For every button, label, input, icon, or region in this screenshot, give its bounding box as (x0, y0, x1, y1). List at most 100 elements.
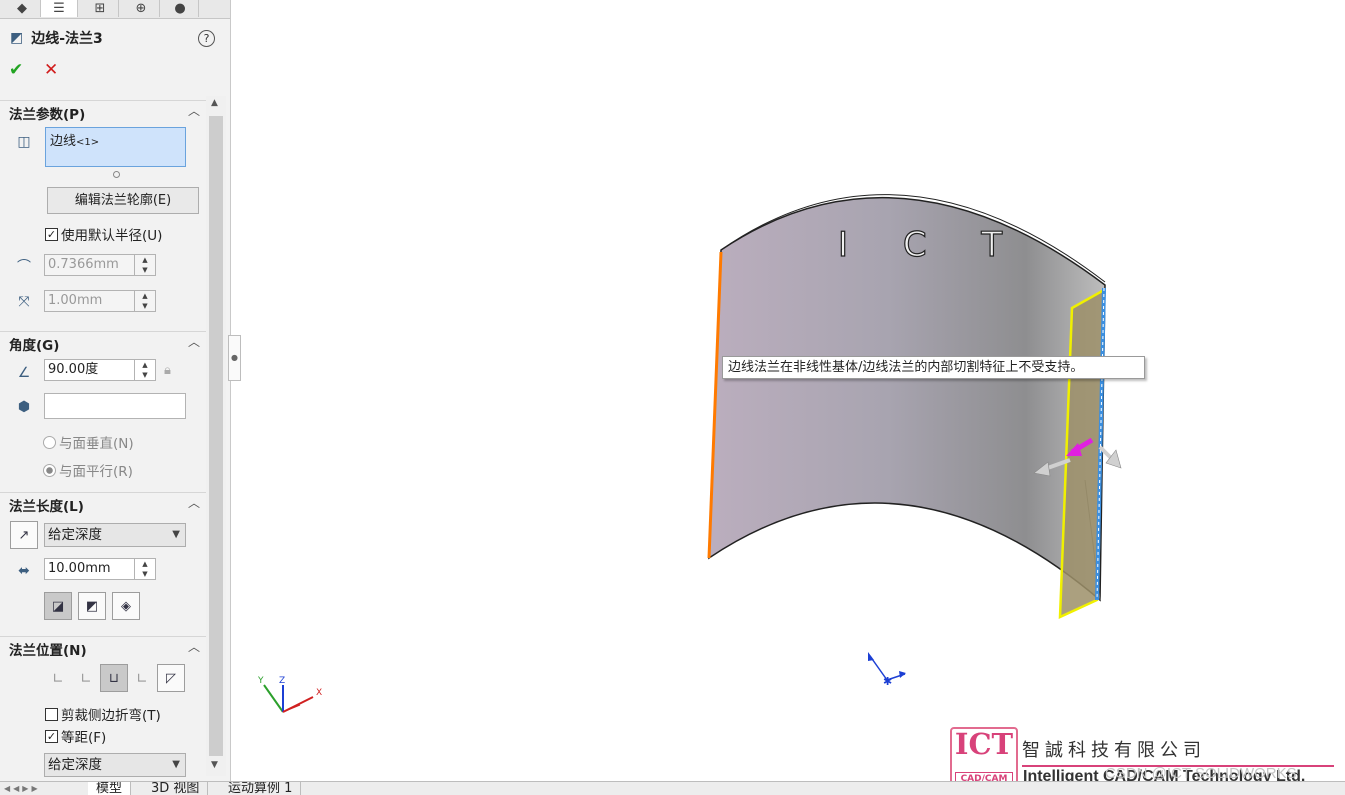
configuration-manager-tab-icon[interactable]: ⊞ (82, 0, 119, 17)
cancel-button[interactable]: ✕ (44, 60, 58, 80)
reference-face-input[interactable] (44, 393, 186, 419)
trim-side-bends-checkbox[interactable]: 剪裁侧边折弯(T) (45, 704, 161, 724)
flange-angle-value: 90.00度 (48, 362, 99, 377)
flange-position-header[interactable]: 法兰位置(N) ︿ (0, 636, 206, 659)
dimxpert-tab-icon[interactable]: ⊕ (123, 0, 160, 17)
display-manager-tab-icon[interactable]: ● (162, 0, 199, 17)
trim-side-bends-label: 剪裁侧边折弯(T) (61, 708, 161, 724)
feature-title-text: 边线-法兰3 (31, 31, 103, 47)
view-triad[interactable]: Y Z X (257, 676, 322, 713)
inner-virtual-sharp-icon[interactable]: ◩ (78, 592, 106, 620)
reference-face-icon: ⬢ (17, 399, 31, 415)
perpendicular-label: 与面垂直(N) (59, 436, 134, 452)
flange-length-header[interactable]: 法兰长度(L) ︿ (0, 492, 206, 515)
flange-params-header[interactable]: 法兰参数(P) ︿ (0, 100, 206, 123)
outer-virtual-sharp-icon[interactable]: ◪ (44, 592, 72, 620)
gap-spinner-arrows-icon[interactable]: ▲ ▼ (134, 291, 155, 311)
engraved-text: I C T (837, 224, 1024, 265)
manager-tabs: ◆ ☰ ⊞ ⊕ ● (0, 0, 230, 19)
resize-dot[interactable] (113, 171, 120, 178)
flange-angle-icon: ∠ (17, 365, 31, 381)
material-inside-icon[interactable]: ∟ (48, 669, 68, 689)
radio-empty-icon (43, 435, 56, 449)
gap-distance-icon: ⤧ (18, 294, 30, 310)
angle-spinner-arrows-icon[interactable]: ▲ ▼ (134, 360, 155, 380)
property-manager-tab-icon[interactable]: ☰ (41, 0, 78, 17)
chevron-down-icon: ▼ (172, 529, 180, 540)
length-icon: ⬌ (18, 563, 30, 579)
lock-icon[interactable]: 🔒︎ (164, 363, 171, 378)
edge-selection-box[interactable]: 边线<1> (45, 127, 186, 167)
flange-length-value: 10.00mm (48, 561, 111, 576)
collapse-chevron-icon[interactable]: ︿ (188, 494, 200, 511)
bottom-tab-bar: ◀◀▶▶ 模型 3D 视图 运动算例 1 (0, 781, 1345, 795)
panel-collapse-handle[interactable]: ● (228, 335, 241, 381)
triad-z-label: Z (279, 676, 285, 686)
engraved-ict-text: I C T (838, 225, 1024, 265)
parallel-to-face-radio[interactable]: 与面平行(R) (43, 460, 133, 480)
property-manager-panel: ◆ ☰ ⊞ ⊕ ● ◩ 边线-法兰3 ? ✔ ✕ 法兰参数(P) ︿ ◫ 边线<… (0, 0, 231, 781)
gap-distance-input[interactable]: 1.00mm ▲ ▼ (44, 290, 156, 312)
use-default-radius-label: 使用默认半径(U) (61, 228, 163, 244)
flange-length-title: 法兰长度(L) (9, 499, 84, 515)
reverse-direction-icon[interactable]: ↗ (10, 521, 38, 549)
checkbox-empty-icon (45, 707, 58, 721)
csdn-watermark: CSDN @ICT SOLIDWORKS (1105, 765, 1297, 782)
bend-radius-icon: ⌒ (17, 259, 31, 275)
origin-marker: ✱ (868, 652, 906, 688)
collapse-chevron-icon[interactable]: ︿ (188, 638, 200, 655)
logo-ict-text: ICT (954, 727, 1014, 761)
collapse-chevron-icon[interactable]: ︿ (188, 333, 200, 350)
use-default-radius-checkbox[interactable]: ✓ 使用默认半径(U) (45, 224, 162, 244)
feature-manager-tab-icon[interactable]: ◆ (4, 0, 41, 17)
triad-y-label: Y (257, 676, 264, 686)
length-spinner-arrows-icon[interactable]: ▲ ▼ (134, 559, 155, 579)
radio-selected-icon (43, 463, 56, 477)
tangent-bend-icon[interactable]: ◈ (112, 592, 140, 620)
checkbox-checked-icon: ✓ (45, 227, 58, 241)
graphics-viewport[interactable]: I C T ✱ Y Z X (241, 0, 1345, 781)
flange-position-title: 法兰位置(N) (9, 643, 87, 659)
selection-suffix: <1> (76, 137, 100, 148)
perpendicular-to-face-radio[interactable]: 与面垂直(N) (43, 432, 134, 452)
collapse-chevron-icon[interactable]: ︿ (188, 102, 200, 119)
scrollbar-thumb[interactable] (209, 116, 223, 756)
edit-flange-profile-button[interactable]: 编辑法兰轮廓(E) (47, 187, 199, 214)
gap-distance-value: 1.00mm (48, 293, 103, 308)
tab-motion-study-1[interactable]: 运动算例 1 (220, 782, 302, 795)
scroll-down-icon[interactable]: ▼ (211, 760, 218, 770)
chevron-down-icon: ▼ (172, 759, 180, 770)
edge-select-icon: ◫ (17, 134, 31, 150)
flange-params-title: 法兰参数(P) (9, 107, 86, 123)
tab-model[interactable]: 模型 (88, 782, 132, 795)
help-icon[interactable]: ? (198, 30, 215, 47)
radius-spinner-arrows-icon[interactable]: ▲ ▼ (134, 255, 155, 275)
end-condition-dropdown[interactable]: 给定深度 ▼ (44, 523, 186, 547)
sheet-metal-icon: ◩ (10, 30, 24, 46)
offset-condition-value: 给定深度 (48, 757, 102, 773)
angle-title: 角度(G) (9, 338, 60, 354)
selection-value: 边线 (50, 134, 77, 149)
flange-length-input[interactable]: 10.00mm ▲ ▼ (44, 558, 156, 580)
ok-button[interactable]: ✔ (9, 60, 23, 80)
bend-from-virtual-sharp-icon[interactable]: ∟ (132, 669, 152, 689)
model-canvas[interactable]: I C T ✱ Y Z X (241, 0, 1345, 781)
checkbox-checked-icon: ✓ (45, 729, 58, 743)
angle-header[interactable]: 角度(G) ︿ (0, 331, 206, 354)
offset-label: 等距(F) (61, 730, 107, 746)
tab-scroll-arrows-icon[interactable]: ◀◀▶▶ (4, 782, 41, 795)
bend-radius-input[interactable]: 0.7366mm ▲ ▼ (44, 254, 156, 276)
material-outside-icon[interactable]: ∟ (76, 669, 96, 689)
triad-x-label: X (316, 688, 322, 698)
flange-angle-input[interactable]: 90.00度 ▲ ▼ (44, 359, 156, 381)
tangent-to-bend-icon[interactable]: ◸ (157, 664, 185, 692)
offset-checkbox[interactable]: ✓ 等距(F) (45, 726, 106, 746)
scroll-up-icon[interactable]: ▲ (211, 98, 218, 108)
panel-scrollbar[interactable]: ▲ ▼ (206, 96, 226, 776)
end-condition-value: 给定深度 (48, 527, 102, 543)
bend-outside-icon[interactable]: ⊔ (100, 664, 128, 692)
feature-title: ◩ 边线-法兰3 (10, 28, 103, 48)
offset-condition-dropdown[interactable]: 给定深度 ▼ (44, 753, 186, 777)
tab-3d-views[interactable]: 3D 视图 (143, 782, 209, 795)
unsupported-feature-tooltip: 边线法兰在非线性基体/边线法兰的内部切割特征上不受支持。 (722, 356, 1145, 379)
